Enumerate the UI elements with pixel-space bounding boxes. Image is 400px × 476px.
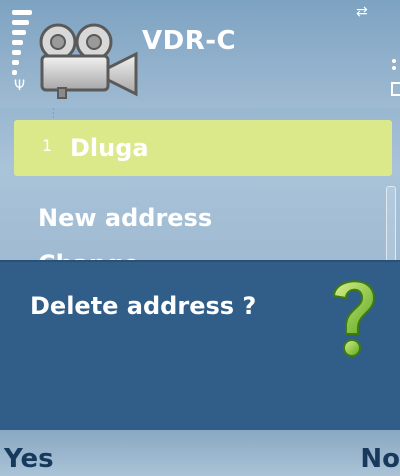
- connectivity-icon: ⇄: [356, 4, 368, 20]
- list-item-selected[interactable]: 1 Dluga: [14, 120, 392, 176]
- page-icon: [391, 82, 400, 96]
- antenna-icon: Ψ: [14, 78, 26, 94]
- status-pane: Ψ VDR-C ⇄: [0, 0, 400, 108]
- signal-strength-icon: [12, 10, 34, 80]
- address-list: 1 Dluga New address Change: [14, 120, 394, 278]
- no-softkey[interactable]: No: [360, 444, 400, 474]
- app-title: VDR-C: [142, 26, 237, 56]
- softkey-bar: Yes No: [0, 430, 400, 476]
- scrollbar[interactable]: [386, 186, 396, 268]
- list-item-label: Dluga: [70, 134, 149, 162]
- confirmation-dialog: Delete address ?: [0, 260, 400, 432]
- video-camera-icon: [39, 23, 138, 99]
- list-item-index: 1: [42, 136, 53, 155]
- yes-softkey[interactable]: Yes: [4, 444, 54, 474]
- dialog-message: Delete address ?: [30, 292, 257, 320]
- list-item-label: New address: [38, 204, 213, 232]
- question-mark-icon: [332, 280, 376, 357]
- separator-dots: · · ·: [52, 105, 55, 123]
